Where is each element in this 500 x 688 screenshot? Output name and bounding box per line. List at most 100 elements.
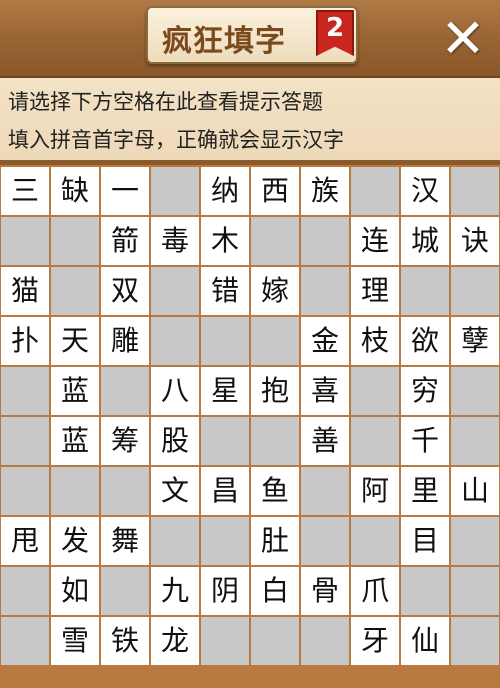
- hint-panel: 请选择下方空格在此查看提示答题 填入拼音首字母，正确就会显示汉字: [0, 78, 500, 163]
- close-icon[interactable]: ✕: [438, 12, 488, 66]
- empty-cell[interactable]: [301, 217, 349, 265]
- empty-cell[interactable]: [1, 617, 49, 665]
- letter-cell: 筹: [101, 417, 149, 465]
- empty-cell[interactable]: [301, 617, 349, 665]
- empty-cell[interactable]: [151, 267, 199, 315]
- letter-cell: 扑: [1, 317, 49, 365]
- empty-cell[interactable]: [151, 517, 199, 565]
- letter-cell: 昌: [201, 467, 249, 515]
- letter-cell: 龙: [151, 617, 199, 665]
- letter-cell: 雕: [101, 317, 149, 365]
- letter-cell: 族: [301, 167, 349, 215]
- top-bar: 疯狂填字 2 ✕: [0, 0, 500, 78]
- empty-cell[interactable]: [201, 617, 249, 665]
- letter-cell: 目: [401, 517, 449, 565]
- empty-cell[interactable]: [451, 417, 499, 465]
- letter-cell: 毒: [151, 217, 199, 265]
- letter-cell: 双: [101, 267, 149, 315]
- empty-cell[interactable]: [1, 367, 49, 415]
- empty-cell[interactable]: [351, 167, 399, 215]
- empty-cell[interactable]: [201, 417, 249, 465]
- empty-cell[interactable]: [1, 217, 49, 265]
- letter-cell: 如: [51, 567, 99, 615]
- letter-cell: 纳: [201, 167, 249, 215]
- letter-cell: 城: [401, 217, 449, 265]
- empty-cell[interactable]: [201, 517, 249, 565]
- letter-cell: 发: [51, 517, 99, 565]
- level-badge: 2: [316, 10, 354, 56]
- empty-cell[interactable]: [351, 417, 399, 465]
- letter-cell: 阿: [351, 467, 399, 515]
- letter-cell: 爪: [351, 567, 399, 615]
- empty-cell[interactable]: [201, 317, 249, 365]
- letter-cell: 甩: [1, 517, 49, 565]
- empty-cell[interactable]: [251, 317, 299, 365]
- empty-cell[interactable]: [1, 467, 49, 515]
- empty-cell[interactable]: [251, 417, 299, 465]
- letter-cell: 孽: [451, 317, 499, 365]
- letter-cell: 仙: [401, 617, 449, 665]
- letter-cell: 蓝: [51, 367, 99, 415]
- title-plaque: 疯狂填字 2: [146, 6, 358, 64]
- empty-cell[interactable]: [51, 217, 99, 265]
- letter-cell: 猫: [1, 267, 49, 315]
- letter-cell: 错: [201, 267, 249, 315]
- letter-cell: 千: [401, 417, 449, 465]
- hint-line-1: 请选择下方空格在此查看提示答题: [8, 90, 323, 114]
- hint-line-2: 填入拼音首字母，正确就会显示汉字: [8, 128, 344, 152]
- letter-cell: 山: [451, 467, 499, 515]
- letter-cell: 西: [251, 167, 299, 215]
- letter-cell: 星: [201, 367, 249, 415]
- letter-cell: 文: [151, 467, 199, 515]
- level-badge-number: 2: [325, 13, 345, 43]
- empty-cell[interactable]: [101, 567, 149, 615]
- app-title: 疯狂填字: [162, 24, 286, 59]
- empty-cell[interactable]: [301, 267, 349, 315]
- empty-cell[interactable]: [1, 567, 49, 615]
- letter-cell: 汉: [401, 167, 449, 215]
- letter-cell: 天: [51, 317, 99, 365]
- letter-cell: 一: [101, 167, 149, 215]
- letter-cell: 雪: [51, 617, 99, 665]
- empty-cell[interactable]: [451, 517, 499, 565]
- empty-cell[interactable]: [251, 617, 299, 665]
- letter-cell: 枝: [351, 317, 399, 365]
- empty-cell[interactable]: [451, 617, 499, 665]
- letter-cell: 股: [151, 417, 199, 465]
- letter-cell: 牙: [351, 617, 399, 665]
- empty-cell[interactable]: [451, 267, 499, 315]
- letter-cell: 喜: [301, 367, 349, 415]
- empty-cell[interactable]: [301, 517, 349, 565]
- empty-cell[interactable]: [401, 267, 449, 315]
- letter-cell: 白: [251, 567, 299, 615]
- letter-cell: 舞: [101, 517, 149, 565]
- letter-cell: 善: [301, 417, 349, 465]
- crossword-board: 三缺一纳西族汉箭毒木连城诀猫双错嫁理扑天雕金枝欲孽蓝八星抱喜穷蓝筹股善千文昌鱼阿…: [0, 165, 500, 688]
- empty-cell[interactable]: [451, 567, 499, 615]
- empty-cell[interactable]: [51, 467, 99, 515]
- empty-cell[interactable]: [401, 567, 449, 615]
- letter-cell: 缺: [51, 167, 99, 215]
- empty-cell[interactable]: [151, 167, 199, 215]
- empty-cell[interactable]: [101, 367, 149, 415]
- letter-cell: 九: [151, 567, 199, 615]
- letter-cell: 铁: [101, 617, 149, 665]
- letter-cell: 抱: [251, 367, 299, 415]
- letter-cell: 嫁: [251, 267, 299, 315]
- empty-cell[interactable]: [351, 517, 399, 565]
- empty-cell[interactable]: [51, 267, 99, 315]
- empty-cell[interactable]: [451, 367, 499, 415]
- empty-cell[interactable]: [1, 417, 49, 465]
- empty-cell[interactable]: [301, 467, 349, 515]
- letter-cell: 木: [201, 217, 249, 265]
- empty-cell[interactable]: [151, 317, 199, 365]
- letter-cell: 阴: [201, 567, 249, 615]
- empty-cell[interactable]: [351, 367, 399, 415]
- letter-cell: 八: [151, 367, 199, 415]
- letter-cell: 骨: [301, 567, 349, 615]
- letter-cell: 箭: [101, 217, 149, 265]
- letter-cell: 欲: [401, 317, 449, 365]
- empty-cell[interactable]: [101, 467, 149, 515]
- empty-cell[interactable]: [451, 167, 499, 215]
- empty-cell[interactable]: [251, 217, 299, 265]
